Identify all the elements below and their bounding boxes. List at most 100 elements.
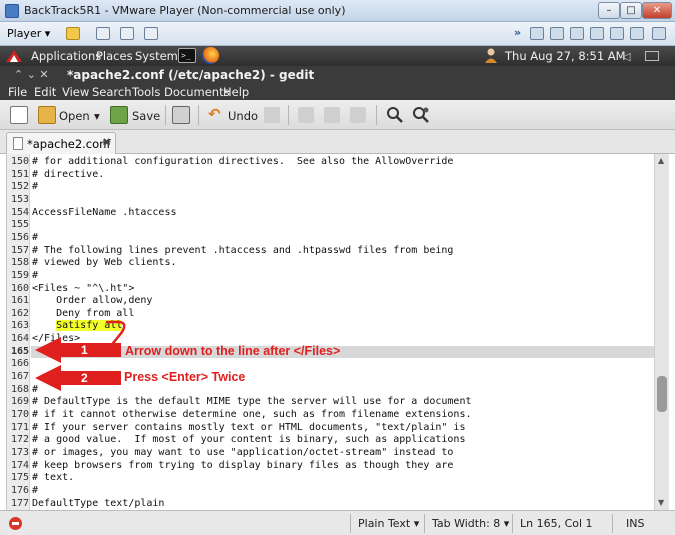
line-number: 175 — [10, 472, 29, 484]
undo-button[interactable]: Undo — [228, 109, 258, 123]
annotation-1-number: 1 — [81, 343, 88, 357]
terminal-icon[interactable]: >_ — [178, 48, 196, 63]
applications-menu[interactable]: Applications — [31, 49, 101, 63]
line-number: 153 — [10, 193, 29, 205]
code-line[interactable]: # The following lines prevent .htaccess … — [32, 245, 453, 258]
code-line[interactable]: # text. — [32, 472, 74, 485]
maximize-button[interactable]: □ — [620, 2, 642, 19]
scrollbar-thumb[interactable] — [657, 376, 667, 412]
places-menu[interactable]: Places — [96, 49, 133, 63]
user-icon[interactable] — [484, 48, 498, 63]
hard-disk-icon[interactable] — [530, 27, 544, 40]
undo-icon[interactable]: ↶ — [208, 106, 226, 124]
display-icon[interactable] — [652, 27, 666, 40]
print-icon[interactable] — [172, 106, 190, 124]
code-line[interactable]: # for additional configuration directive… — [32, 156, 453, 169]
code-line[interactable]: # viewed by Web clients. — [32, 257, 177, 270]
save-icon[interactable] — [110, 106, 128, 124]
code-line[interactable]: # — [32, 485, 38, 498]
unity-icon[interactable] — [120, 27, 134, 40]
copy-icon — [324, 107, 340, 123]
statusbar-separator — [512, 514, 513, 533]
menu-edit[interactable]: Edit — [34, 85, 56, 99]
scroll-down-arrow[interactable]: ▼ — [658, 498, 664, 507]
vmware-toolbar: Player ▾ » — [0, 22, 675, 46]
volume-icon[interactable]: ◁ — [622, 50, 630, 63]
code-line[interactable]: # — [32, 181, 38, 194]
player-menu-button[interactable]: Player ▾ — [7, 27, 50, 40]
code-line[interactable]: # DefaultType is the default MIME type t… — [32, 396, 472, 409]
minimize-button[interactable]: – — [598, 2, 620, 19]
menu-view[interactable]: View — [62, 85, 89, 99]
code-line[interactable]: Order allow,deny — [32, 295, 152, 308]
tab-width-selector[interactable]: Tab Width: 8 ▾ — [432, 517, 509, 530]
menu-documents[interactable]: Documents — [164, 85, 230, 99]
pause-icon[interactable] — [66, 27, 80, 40]
line-number-gutter: 150 151 152 153 154 155 156 157 158 159 160 161 162 1… — [7, 154, 30, 510]
firefox-icon[interactable] — [202, 47, 219, 64]
gedit-window-controls[interactable]: ⌃ ⌄ ✕ — [14, 68, 49, 81]
line-number: 167 — [10, 371, 29, 383]
line-number: 150 — [10, 156, 29, 167]
line-number: 174 — [10, 459, 29, 471]
clock[interactable]: Thu Aug 27, 8:51 AM — [505, 49, 626, 63]
code-line[interactable]: # if it cannot otherwise determine one, … — [32, 409, 472, 422]
code-line[interactable]: # a good value. If most of your content … — [32, 434, 465, 447]
line-number: 154 — [10, 206, 29, 218]
menu-search[interactable]: Search — [92, 85, 132, 99]
language-selector[interactable]: Plain Text ▾ — [358, 517, 419, 530]
line-number: 170 — [10, 409, 29, 420]
find-icon[interactable] — [386, 106, 404, 124]
toolbar-separator — [288, 105, 289, 125]
annotation-2-text: Press <Enter> Twice — [124, 370, 246, 384]
usb-icon[interactable] — [610, 27, 624, 40]
fullscreen-icon[interactable] — [144, 27, 158, 40]
code-line[interactable]: AccessFileName .htaccess — [32, 207, 177, 220]
close-window-button[interactable]: ✕ — [642, 2, 672, 19]
scroll-up-arrow[interactable]: ▲ — [658, 156, 664, 165]
line-number: 164 — [10, 333, 29, 345]
code-line[interactable]: # If your server contains mostly text or… — [32, 422, 465, 435]
menu-help[interactable]: Help — [223, 85, 249, 99]
text-editor-area[interactable]: 150 151 152 153 154 155 156 157 158 159 160 161 162 1… — [6, 154, 654, 510]
tab-apache2-conf[interactable]: *apache2.conf ✖ — [6, 132, 116, 154]
code-line[interactable]: # — [32, 270, 38, 283]
code-line[interactable]: # directive. — [32, 169, 104, 182]
sound-card-icon[interactable] — [630, 27, 644, 40]
mail-icon[interactable] — [645, 51, 659, 61]
find-replace-icon[interactable] — [412, 106, 430, 124]
code-line[interactable]: <Files ~ "^\.ht"> — [32, 283, 134, 296]
code-line[interactable]: # or images, you may want to use "applic… — [32, 447, 453, 460]
backtrack-logo-icon[interactable] — [5, 48, 23, 64]
line-number: 171 — [10, 421, 29, 433]
network-icon[interactable] — [590, 27, 604, 40]
cursor-position: Ln 165, Col 1 — [520, 517, 593, 530]
code-line[interactable]: # keep browsers from trying to display b… — [32, 460, 453, 473]
more-devices-icon[interactable]: » — [514, 26, 528, 39]
vertical-scrollbar[interactable]: ▲ ▼ — [654, 154, 669, 510]
open-dropdown-arrow[interactable]: ▾ — [94, 109, 100, 123]
menu-file[interactable]: File — [8, 85, 27, 99]
save-button[interactable]: Save — [132, 109, 160, 123]
menu-tools[interactable]: Tools — [132, 85, 160, 99]
arrow-2-icon — [35, 365, 121, 391]
code-line[interactable]: DefaultType text/plain — [32, 498, 164, 510]
status-bar: Plain Text ▾ Tab Width: 8 ▾ Ln 165, Col … — [0, 510, 675, 535]
open-folder-icon[interactable] — [38, 106, 56, 124]
line-number: 176 — [10, 484, 29, 496]
line-number: 156 — [10, 231, 29, 243]
toolbar-separator — [376, 105, 377, 125]
line-number: 161 — [10, 295, 29, 307]
system-menu[interactable]: System — [135, 49, 178, 63]
menubar: File Edit View Search Tools Documents He… — [0, 84, 675, 100]
tab-close-icon[interactable]: ✖ — [102, 136, 111, 149]
annotation-1-text: Arrow down to the line after </Files> — [125, 344, 341, 358]
send-ctrl-alt-del-icon[interactable] — [96, 27, 110, 40]
line-number: 169 — [10, 396, 29, 408]
line-number: 159 — [10, 269, 29, 281]
cdrom-icon[interactable] — [550, 27, 564, 40]
floppy-icon[interactable] — [570, 27, 584, 40]
code-line[interactable]: # — [32, 232, 38, 245]
open-button[interactable]: Open — [59, 109, 90, 123]
new-document-icon[interactable] — [10, 106, 28, 124]
